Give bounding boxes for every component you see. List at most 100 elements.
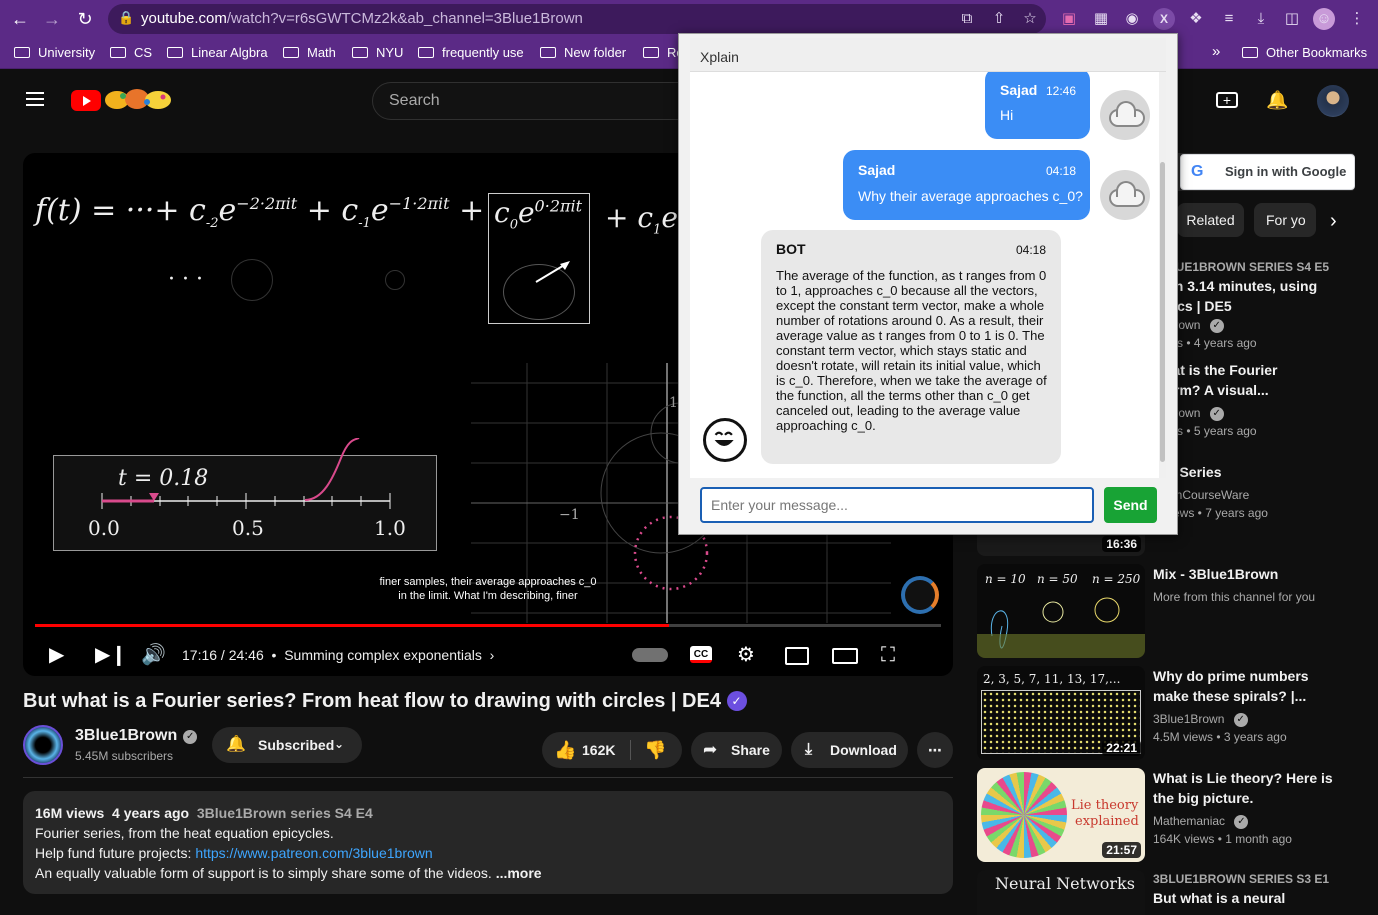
- menu-hamburger-icon[interactable]: [26, 92, 44, 106]
- share-button[interactable]: ➦ Share: [691, 732, 782, 768]
- create-video-icon[interactable]: +: [1216, 92, 1238, 108]
- series-label: 3BLUE1BROWN SERIES S4 E5: [1153, 260, 1330, 274]
- channel-avatar[interactable]: [23, 725, 63, 765]
- rec-title[interactable]: Mix - 3Blue1Brown: [1153, 564, 1343, 584]
- bookmark-star-icon[interactable]: ☆: [1019, 8, 1041, 30]
- folder-icon: [110, 47, 126, 58]
- profile-avatar[interactable]: ☺: [1313, 8, 1335, 30]
- share-page-icon[interactable]: ⇧: [988, 8, 1010, 30]
- show-more-link[interactable]: ...more: [496, 865, 542, 881]
- search-box[interactable]: [372, 82, 692, 120]
- search-input[interactable]: [389, 92, 669, 110]
- fullscreen-icon[interactable]: ⛶: [881, 643, 895, 667]
- bookmark-folder[interactable]: NYU: [352, 45, 403, 60]
- download-button[interactable]: ⤓ Download: [791, 732, 908, 768]
- bookmark-folder[interactable]: Math: [283, 45, 336, 60]
- notifications-bell-icon[interactable]: 🔔: [1266, 90, 1288, 111]
- bookmark-folder[interactable]: frequently use: [418, 45, 524, 60]
- scrollbar-thumb[interactable]: [1160, 162, 1165, 462]
- rec-title[interactable]: But what is a neural: [1153, 888, 1343, 908]
- user-message: Sajad 12:46 Hi: [985, 72, 1090, 139]
- back-arrow-icon[interactable]: ←: [9, 8, 31, 30]
- open-external-icon[interactable]: ⧉: [956, 8, 978, 30]
- send-button[interactable]: Send: [1104, 487, 1157, 523]
- theater-mode-icon[interactable]: [832, 648, 858, 664]
- rec-title[interactable]: what is the Fourier sform? A visual...: [1153, 360, 1343, 400]
- rec-thumbnail[interactable]: n = 10 n = 50 n = 250: [977, 564, 1145, 658]
- next-icon[interactable]: ▶❙: [95, 643, 127, 667]
- play-icon[interactable]: ▶: [49, 643, 64, 667]
- google-g-icon: G: [1191, 163, 1204, 180]
- channel-watermark[interactable]: [901, 576, 939, 614]
- download-icon[interactable]: ⤓: [1250, 8, 1272, 30]
- rec-thumbnail[interactable]: Lie theory explained 21:57: [977, 768, 1145, 862]
- other-bookmarks[interactable]: Other Bookmarks: [1242, 45, 1367, 60]
- rec-thumbnail[interactable]: Neural Networks: [977, 870, 1145, 915]
- xplain-title: Xplain: [700, 49, 739, 65]
- captions-cc-icon[interactable]: CC: [690, 646, 712, 663]
- chat-scrollbar[interactable]: [1159, 72, 1166, 478]
- reading-list-icon[interactable]: ≡: [1218, 8, 1240, 30]
- channel-name[interactable]: 3Blue1Brown ✓: [75, 727, 198, 745]
- folder-icon: [283, 47, 299, 58]
- rec-thumbnail[interactable]: 2, 3, 5, 7, 11, 13, 17,... 22:21: [977, 666, 1145, 760]
- xplain-extension-icon[interactable]: X: [1153, 8, 1175, 30]
- patreon-link[interactable]: https://www.patreon.com/3blue1brown: [195, 845, 432, 861]
- side-panel-icon[interactable]: ◫: [1281, 8, 1303, 30]
- verified-check-icon: ✓: [1233, 713, 1248, 727]
- verified-check-icon: ✓: [183, 730, 198, 744]
- rec-title[interactable]: (t) in 3.14 minutes, using amics | DE5: [1153, 276, 1343, 316]
- duration-badge: 16:36: [1102, 536, 1141, 552]
- thumbs-up-icon[interactable]: 👍: [554, 732, 576, 768]
- reload-icon[interactable]: ↻: [74, 8, 96, 30]
- bookmark-folder[interactable]: New folder: [540, 45, 626, 60]
- bookmark-folder[interactable]: Linear Algbra: [167, 45, 268, 60]
- extension-robot-icon[interactable]: ◉: [1121, 8, 1143, 30]
- autoplay-toggle[interactable]: [632, 648, 668, 662]
- google-signin-button[interactable]: G Sign in with Google: [1180, 154, 1355, 190]
- rec-title[interactable]: What is Lie theory? Here is the big pictu…: [1153, 768, 1343, 808]
- chip-for-you[interactable]: For yo: [1254, 203, 1316, 237]
- extension-game-icon[interactable]: ▣: [1058, 8, 1080, 30]
- browser-menu-icon[interactable]: ⋮: [1346, 8, 1368, 30]
- user-avatar[interactable]: [1317, 85, 1349, 117]
- volume-icon[interactable]: 🔊: [141, 643, 166, 667]
- youtube-doodle-logo[interactable]: [103, 88, 173, 112]
- subscribed-button[interactable]: 🔔 Subscribed ⌄: [212, 727, 362, 763]
- bookmark-folder[interactable]: University: [14, 45, 95, 60]
- share-arrow-icon: ➦: [703, 740, 718, 759]
- like-count[interactable]: 162K: [582, 732, 615, 768]
- fourier-formula-right: + c1e: [605, 201, 678, 238]
- more-actions-button[interactable]: ⋯: [917, 732, 953, 768]
- tick-label: 0.0: [88, 516, 120, 540]
- bookmark-folder[interactable]: CS: [110, 45, 152, 60]
- address-bar[interactable]: 🔒 youtube.com/watch?v=r6sGWTCMz2k&ab_cha…: [108, 4, 1046, 34]
- rec-title[interactable]: Why do prime numbers make these spirals? …: [1153, 666, 1343, 706]
- progress-bar[interactable]: [35, 624, 941, 627]
- video-title: But what is a Fourier series? From heat …: [23, 690, 747, 713]
- chip-related[interactable]: Related: [1177, 203, 1244, 237]
- thumbs-down-icon[interactable]: 👎: [644, 732, 666, 768]
- chat-area[interactable]: Sajad 12:46 Hi Sajad 04:18 Why their ave…: [690, 72, 1166, 478]
- url-text: youtube.com/watch?v=r6sGWTCMz2k&ab_chann…: [141, 10, 583, 27]
- chapter-title[interactable]: Summing complex exponentials: [284, 647, 482, 663]
- settings-gear-icon[interactable]: ⚙: [737, 643, 755, 667]
- rec-title[interactable]: rier Series: [1153, 462, 1343, 482]
- tick-label: 0.5: [232, 516, 264, 540]
- message-input[interactable]: [700, 487, 1094, 523]
- extension-doc-icon[interactable]: ▦: [1090, 8, 1112, 30]
- thumb-label: n = 50: [1037, 572, 1078, 586]
- miniplayer-icon[interactable]: [785, 647, 809, 665]
- message-text: The average of the function, as t ranges…: [776, 268, 1047, 433]
- youtube-logo[interactable]: [71, 90, 101, 111]
- bot-message: BOT 04:18 The average of the function, a…: [761, 230, 1061, 464]
- lock-icon: 🔒: [118, 10, 135, 25]
- rec-channel[interactable]: Mathemaniac ✓: [1153, 814, 1249, 829]
- extensions-puzzle-icon[interactable]: ❖: [1185, 8, 1207, 30]
- rec-channel[interactable]: 3Blue1Brown ✓: [1153, 712, 1248, 727]
- chevron-right-icon[interactable]: ›: [1330, 210, 1337, 233]
- description-box[interactable]: 16M views 4 years ago 3Blue1Brown series…: [23, 791, 953, 894]
- bookmarks-overflow[interactable]: »: [1212, 43, 1220, 60]
- folder-icon: [14, 47, 30, 58]
- forward-arrow-icon[interactable]: →: [41, 8, 63, 30]
